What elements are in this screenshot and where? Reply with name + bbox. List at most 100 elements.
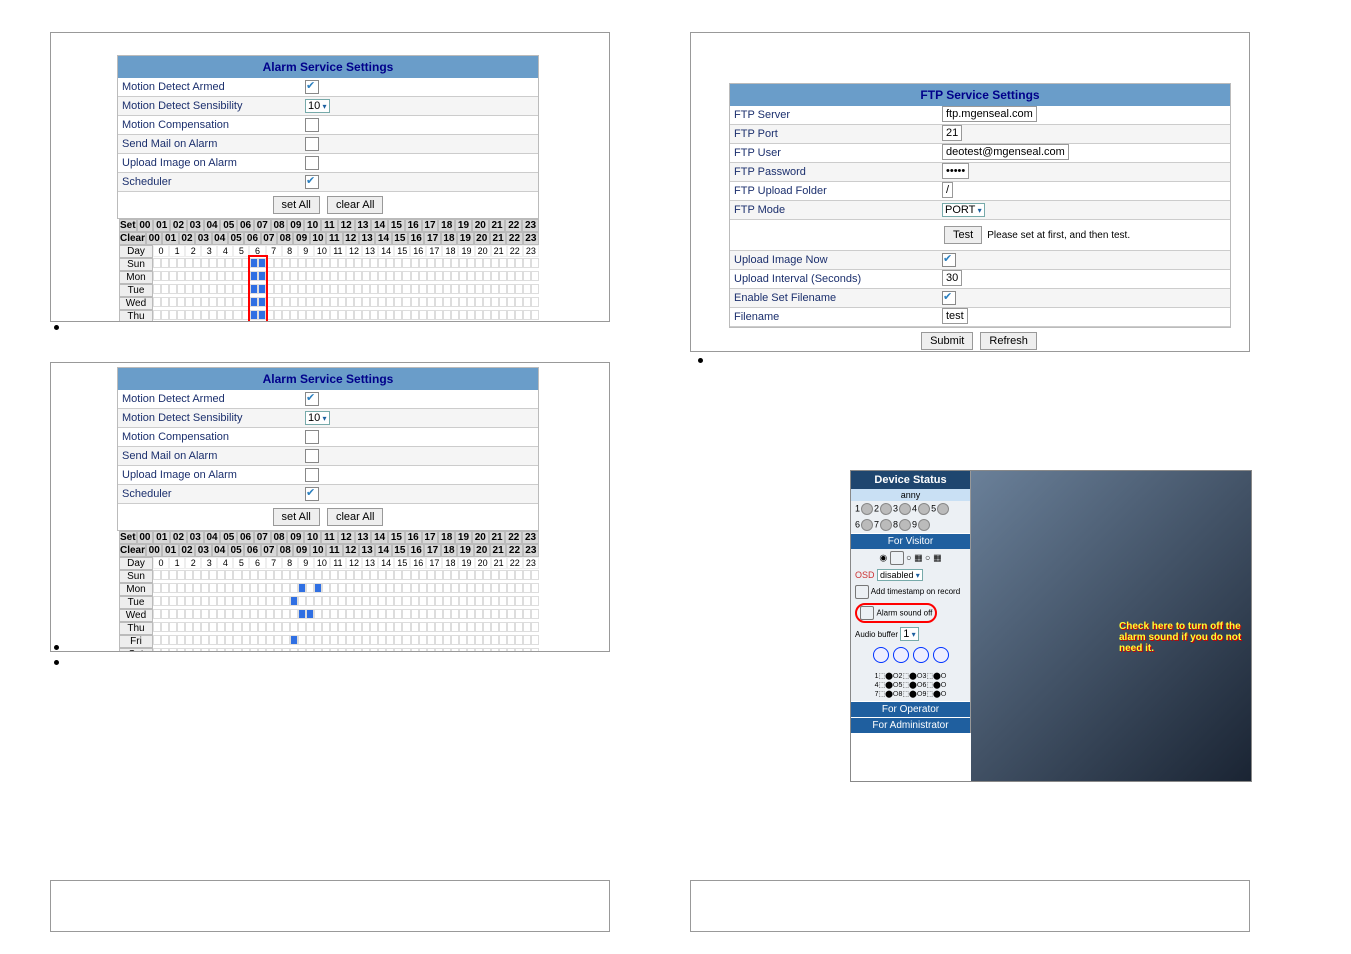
sched-cell[interactable] [346, 622, 354, 632]
sched-cell[interactable] [411, 284, 419, 294]
clear-all-button[interactable]: clear All [327, 196, 384, 214]
clear-hour-13[interactable]: 13 [359, 544, 375, 557]
sched-cell[interactable] [225, 271, 233, 281]
sched-cell[interactable] [467, 284, 475, 294]
sched-cell[interactable] [338, 284, 346, 294]
sched-cell[interactable] [153, 635, 161, 645]
sched-cell[interactable] [169, 284, 177, 294]
sched-cell[interactable] [177, 596, 185, 606]
clear-hour-13[interactable]: 13 [359, 232, 375, 245]
for-visitor-bar[interactable]: For Visitor [851, 533, 970, 549]
sched-cell[interactable] [419, 609, 427, 619]
sched-cell[interactable] [491, 648, 499, 652]
ptz-controls[interactable]: 1⬚⬤⭘2⬚⬤⭘3⬚⬤⭘4⬚⬤⭘5⬚⬤⭘6⬚⬤⭘7⬚⬤⭘8⬚⬤⭘9⬚⬤⭘ [851, 670, 970, 701]
sched-cell[interactable] [443, 596, 451, 606]
sched-cell[interactable] [515, 297, 523, 307]
sched-cell[interactable] [306, 284, 314, 294]
sched-cell[interactable] [233, 297, 241, 307]
sched-cell[interactable] [531, 258, 539, 268]
sched-cell[interactable] [322, 648, 330, 652]
sched-cell[interactable] [242, 271, 250, 281]
clear-hour-00[interactable]: 00 [146, 232, 162, 245]
sched-cell[interactable] [362, 271, 370, 281]
sched-cell[interactable] [507, 570, 515, 580]
sched-cell[interactable] [515, 609, 523, 619]
clear-hour-07[interactable]: 07 [261, 232, 277, 245]
sched-cell[interactable] [378, 596, 386, 606]
sched-cell[interactable] [346, 284, 354, 294]
set-hour-09[interactable]: 09 [287, 531, 304, 544]
sched-cell[interactable] [427, 609, 435, 619]
set-hour-20[interactable]: 20 [472, 219, 489, 232]
sched-cell[interactable] [250, 622, 258, 632]
sched-cell[interactable] [475, 310, 483, 320]
sched-cell[interactable] [266, 271, 274, 281]
sched-cell[interactable] [435, 583, 443, 593]
sched-cell[interactable] [451, 583, 459, 593]
sched-cell[interactable] [161, 284, 169, 294]
set-hour-06[interactable]: 06 [237, 219, 254, 232]
sched-cell[interactable] [499, 583, 507, 593]
sched-cell[interactable] [354, 258, 362, 268]
sched-cell[interactable] [378, 609, 386, 619]
sched-cell[interactable] [274, 570, 282, 580]
sched-cell[interactable] [193, 596, 201, 606]
sched-cell[interactable] [322, 258, 330, 268]
sched-cell[interactable] [394, 271, 402, 281]
sched-cell[interactable] [185, 635, 193, 645]
sched-cell[interactable] [459, 310, 467, 320]
sched-cell[interactable] [338, 635, 346, 645]
sched-cell[interactable] [354, 622, 362, 632]
sched-cell[interactable] [394, 622, 402, 632]
sched-cell[interactable] [225, 310, 233, 320]
sched-cell[interactable] [411, 310, 419, 320]
sched-cell[interactable] [378, 284, 386, 294]
ftp-test-button[interactable]: Test [944, 226, 982, 244]
clear-hour-00[interactable]: 00 [146, 544, 162, 557]
sched-cell[interactable] [298, 570, 306, 580]
sched-cell[interactable] [523, 648, 531, 652]
sched-cell[interactable] [378, 648, 386, 652]
sched-cell[interactable] [298, 622, 306, 632]
sched-cell[interactable] [209, 648, 217, 652]
alarm-sound-checkbox[interactable] [860, 606, 874, 620]
sched-cell[interactable] [169, 583, 177, 593]
sched-cell[interactable] [290, 297, 298, 307]
sched-cell[interactable] [435, 635, 443, 645]
sched-cell[interactable] [507, 635, 515, 645]
sched-cell[interactable] [354, 310, 362, 320]
clear-hour-20[interactable]: 20 [474, 544, 490, 557]
sched-cell[interactable] [217, 271, 225, 281]
sched-cell[interactable] [250, 310, 258, 320]
sched-cell[interactable] [499, 648, 507, 652]
sched-cell[interactable] [169, 609, 177, 619]
sched-cell[interactable] [515, 622, 523, 632]
sched-cell[interactable] [258, 635, 266, 645]
sched-cell[interactable] [467, 271, 475, 281]
sched-cell[interactable] [435, 648, 443, 652]
sched-cell[interactable] [451, 310, 459, 320]
sched-cell[interactable] [201, 622, 209, 632]
sched-cell[interactable] [266, 570, 274, 580]
sched-cell[interactable] [475, 596, 483, 606]
sched-cell[interactable] [362, 258, 370, 268]
sched-cell[interactable] [322, 310, 330, 320]
sched-cell[interactable] [427, 583, 435, 593]
sched-cell[interactable] [531, 583, 539, 593]
sched-cell[interactable] [491, 635, 499, 645]
sched-cell[interactable] [459, 622, 467, 632]
sched-cell[interactable] [314, 648, 322, 652]
sched-cell[interactable] [370, 271, 378, 281]
sched-cell[interactable] [491, 622, 499, 632]
sched-cell[interactable] [225, 635, 233, 645]
sched-cell[interactable] [467, 648, 475, 652]
sched-cell[interactable] [161, 583, 169, 593]
sched-cell[interactable] [475, 622, 483, 632]
set-hour-19[interactable]: 19 [455, 219, 472, 232]
sched-cell[interactable] [483, 609, 491, 619]
clear-hour-03[interactable]: 03 [195, 232, 211, 245]
sched-cell[interactable] [531, 596, 539, 606]
sched-cell[interactable] [298, 583, 306, 593]
set-hour-15[interactable]: 15 [388, 531, 405, 544]
sched-cell[interactable] [258, 583, 266, 593]
